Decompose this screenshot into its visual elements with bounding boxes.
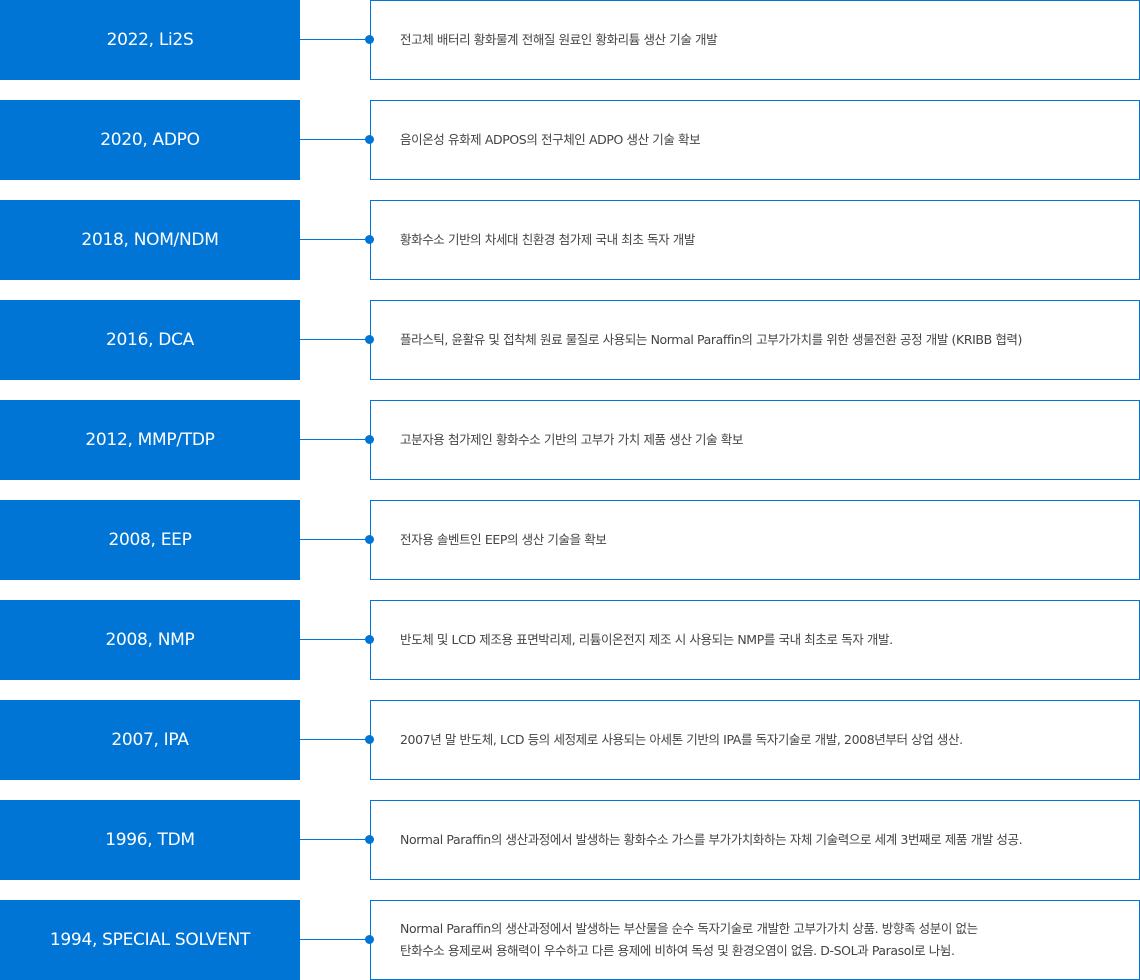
connector-line: [300, 739, 370, 740]
description-box: 플라스틱, 윤활유 및 접착체 원료 물질로 사용되는 Normal Paraf…: [370, 300, 1140, 380]
connector-line: [300, 139, 370, 140]
description-box: 2007년 말 반도체, LCD 등의 세정제로 사용되는 아세톤 기반의 IP…: [370, 700, 1140, 780]
connector-dot: [365, 935, 374, 944]
description-box: 반도체 및 LCD 제조용 표면박리제, 리튬이온전지 제조 시 사용되는 NM…: [370, 600, 1140, 680]
connector-dot: [365, 435, 374, 444]
connector-line: [300, 539, 370, 540]
connector-line: [300, 639, 370, 640]
description-box: 황화수소 기반의 차세대 친환경 첨가제 국내 최초 독자 개발: [370, 200, 1140, 280]
timeline-row: 2007, IPA 2007년 말 반도체, LCD 등의 세정제로 사용되는 …: [0, 700, 1140, 780]
year-label: 2016, DCA: [0, 300, 300, 380]
description-box: 음이온성 유화제 ADPOS의 전구체인 ADPO 생산 기술 확보: [370, 100, 1140, 180]
timeline-row: 2018, NOM/NDM 황화수소 기반의 차세대 친환경 첨가제 국내 최초…: [0, 200, 1140, 280]
timeline-row: 1994, SPECIAL SOLVENT Normal Paraffin의 생…: [0, 900, 1140, 980]
year-label: 2022, Li2S: [0, 0, 300, 80]
description-text: 플라스틱, 윤활유 및 접착체 원료 물질로 사용되는 Normal Paraf…: [400, 332, 1023, 347]
year-label: 2020, ADPO: [0, 100, 300, 180]
connector-dot: [365, 35, 374, 44]
timeline-row: 2016, DCA 플라스틱, 윤활유 및 접착체 원료 물질로 사용되는 No…: [0, 300, 1140, 380]
description-text: Normal Paraffin의 생산과정에서 발생하는 부산물을 순수 독자기…: [400, 921, 978, 958]
year-label: 1996, TDM: [0, 800, 300, 880]
description-text: 고분자용 첨가제인 황화수소 기반의 고부가 가치 제품 생산 기술 확보: [400, 432, 743, 447]
year-label: 2008, EEP: [0, 500, 300, 580]
description-box: Normal Paraffin의 생산과정에서 발생하는 황화수소 가스를 부가…: [370, 800, 1140, 880]
description-text: Normal Paraffin의 생산과정에서 발생하는 황화수소 가스를 부가…: [400, 832, 1023, 847]
description-box: 전고체 배터리 황화물계 전해질 원료인 황화리튬 생산 기술 개발: [370, 0, 1140, 80]
connector-line: [300, 39, 370, 40]
connector-dot: [365, 635, 374, 644]
description-text: 전자용 솔벤트인 EEP의 생산 기술을 확보: [400, 532, 607, 547]
connector-dot: [365, 735, 374, 744]
year-label: 1994, SPECIAL SOLVENT: [0, 900, 300, 980]
connector-dot: [365, 235, 374, 244]
year-label: 2007, IPA: [0, 700, 300, 780]
year-label: 2012, MMP/TDP: [0, 400, 300, 480]
connector-dot: [365, 835, 374, 844]
connector-dot: [365, 335, 374, 344]
description-text: 전고체 배터리 황화물계 전해질 원료인 황화리튬 생산 기술 개발: [400, 32, 718, 47]
timeline-row: 2012, MMP/TDP 고분자용 첨가제인 황화수소 기반의 고부가 가치 …: [0, 400, 1140, 480]
connector-line: [300, 439, 370, 440]
year-label: 2018, NOM/NDM: [0, 200, 300, 280]
timeline-row: 2008, EEP 전자용 솔벤트인 EEP의 생산 기술을 확보: [0, 500, 1140, 580]
connector-line: [300, 839, 370, 840]
description-text: 황화수소 기반의 차세대 친환경 첨가제 국내 최초 독자 개발: [400, 232, 695, 247]
timeline-row: 2022, Li2S 전고체 배터리 황화물계 전해질 원료인 황화리튬 생산 …: [0, 0, 1140, 80]
connector-dot: [365, 535, 374, 544]
connector-line: [300, 239, 370, 240]
connector-line: [300, 939, 370, 940]
description-text: 2007년 말 반도체, LCD 등의 세정제로 사용되는 아세톤 기반의 IP…: [400, 732, 963, 747]
description-box: 고분자용 첨가제인 황화수소 기반의 고부가 가치 제품 생산 기술 확보: [370, 400, 1140, 480]
timeline-row: 2008, NMP 반도체 및 LCD 제조용 표면박리제, 리튬이온전지 제조…: [0, 600, 1140, 680]
connector-dot: [365, 135, 374, 144]
description-box: Normal Paraffin의 생산과정에서 발생하는 부산물을 순수 독자기…: [370, 900, 1140, 980]
description-box: 전자용 솔벤트인 EEP의 생산 기술을 확보: [370, 500, 1140, 580]
timeline-row: 2020, ADPO 음이온성 유화제 ADPOS의 전구체인 ADPO 생산 …: [0, 100, 1140, 180]
description-text: 반도체 및 LCD 제조용 표면박리제, 리튬이온전지 제조 시 사용되는 NM…: [400, 632, 893, 647]
year-label: 2008, NMP: [0, 600, 300, 680]
connector-line: [300, 339, 370, 340]
timeline-row: 1996, TDM Normal Paraffin의 생산과정에서 발생하는 황…: [0, 800, 1140, 880]
description-text: 음이온성 유화제 ADPOS의 전구체인 ADPO 생산 기술 확보: [400, 132, 701, 147]
